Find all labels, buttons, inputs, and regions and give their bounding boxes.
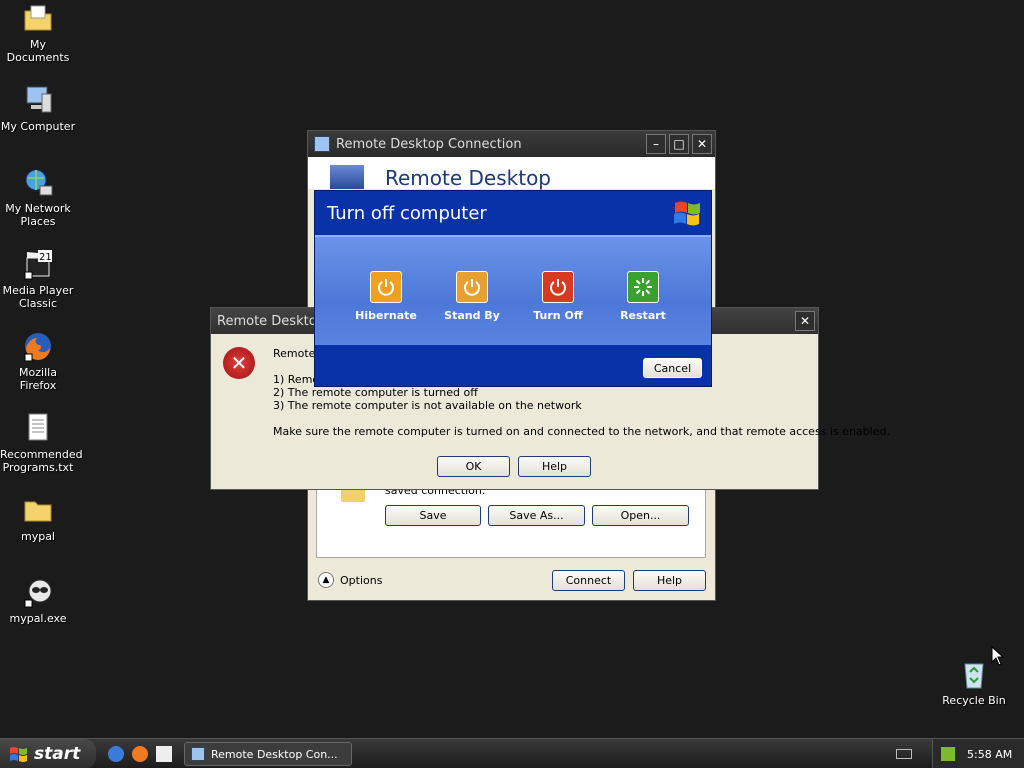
connect-button[interactable]: Connect: [552, 570, 625, 591]
hibernate-label: Hibernate: [355, 309, 417, 322]
desktop-icon-media-player-classic[interactable]: 21 Media Player Classic: [0, 248, 76, 310]
restart-label: Restart: [620, 309, 666, 322]
hibernate-power-icon[interactable]: [370, 271, 402, 303]
rdc-title: Remote Desktop Connection: [336, 136, 522, 152]
rdc-titlebar[interactable]: Remote Desktop Connection – □ ✕: [308, 131, 715, 157]
desktop-icon-label: My Network Places: [5, 202, 71, 228]
close-icon[interactable]: ✕: [795, 311, 815, 331]
open-button[interactable]: Open...: [592, 505, 689, 526]
desktop-icon-my-documents[interactable]: My Documents: [0, 2, 76, 64]
keyboard-icon[interactable]: [896, 749, 912, 759]
taskbar-button-remote-desktop[interactable]: Remote Desktop Con...: [184, 742, 352, 766]
options-toggle-icon[interactable]: ▲: [318, 572, 334, 588]
minimize-icon[interactable]: –: [646, 134, 666, 154]
quicklaunch-firefox-icon[interactable]: [132, 746, 148, 762]
error-help-button[interactable]: Help: [518, 456, 591, 477]
turn-off-footer: Cancel: [315, 345, 711, 386]
clock[interactable]: 5:58 AM: [967, 748, 1012, 761]
turn-off-header: Turn off computer: [315, 191, 711, 235]
cancel-button[interactable]: Cancel: [643, 358, 702, 378]
quicklaunch-media-icon[interactable]: [156, 746, 172, 762]
turn-off-option[interactable]: Turn Off: [513, 271, 603, 322]
desktop-icon-my-network-places[interactable]: My Network Places: [0, 166, 76, 228]
computer-icon: [22, 84, 54, 116]
desktop-icon-label: Recycle Bin: [942, 694, 1006, 707]
error-advice: Make sure the remote computer is turned …: [273, 425, 890, 438]
stand-by-label: Stand By: [444, 309, 500, 322]
rdc-app-icon: [191, 747, 205, 761]
clapperboard-icon: 21: [22, 248, 54, 280]
network-status-icon[interactable]: [941, 747, 955, 761]
turn-off-dialog: Turn off computer Hibernate Stand By Tur…: [314, 190, 712, 387]
stand-by-option[interactable]: Stand By: [427, 271, 517, 322]
error-reason-1: 1) Remo: [273, 373, 320, 386]
taskbar: start Remote Desktop Con... 5:58 AM: [0, 738, 1024, 768]
restart-option[interactable]: Restart: [598, 271, 688, 322]
recycle-bin-icon: [958, 658, 990, 690]
desktop-icon-my-computer[interactable]: My Computer: [0, 84, 76, 133]
quicklaunch-ie-icon[interactable]: [108, 746, 124, 762]
options-label[interactable]: Options: [340, 574, 382, 587]
desktop-icon-label: My Computer: [0, 120, 76, 133]
stand-by-power-icon[interactable]: [456, 271, 488, 303]
error-reason-3: 3) The remote computer is not available …: [273, 399, 582, 412]
desktop-icon-label: Mozilla Firefox: [19, 366, 57, 392]
raccoon-app-icon: [22, 576, 54, 608]
svg-text:21: 21: [39, 252, 52, 263]
mouse-cursor-icon: [991, 646, 1005, 666]
windows-logo-icon: [10, 747, 27, 762]
maximize-icon[interactable]: □: [669, 134, 689, 154]
turn-off-options: Hibernate Stand By Turn Off Restart: [315, 235, 711, 345]
turn-off-title: Turn off computer: [327, 202, 487, 224]
save-as-button[interactable]: Save As...: [488, 505, 585, 526]
desktop-icon-label: mypal.exe: [9, 612, 67, 625]
system-tray: 5:58 AM: [932, 739, 1024, 768]
error-reason-2: 2) The remote computer is turned off: [273, 386, 478, 399]
taskbar-button-label: Remote Desktop Con...: [211, 747, 338, 761]
firefox-icon: [22, 330, 54, 362]
close-icon[interactable]: ✕: [692, 134, 712, 154]
restart-icon[interactable]: [627, 271, 659, 303]
network-globe-icon: [22, 166, 54, 198]
save-button[interactable]: Save: [385, 505, 481, 526]
desktop-icon-mozilla-firefox[interactable]: Mozilla Firefox: [0, 330, 76, 392]
rdc-banner-title: Remote Desktop: [385, 166, 552, 190]
start-button[interactable]: start: [0, 739, 96, 768]
rdc-help-button[interactable]: Help: [633, 570, 706, 591]
ok-button[interactable]: OK: [437, 456, 510, 477]
folder-icon: [22, 494, 54, 526]
desktop-icon-label: mypal: [20, 530, 55, 543]
turn-off-label: Turn Off: [533, 309, 583, 322]
start-label: start: [34, 744, 81, 764]
error-x-icon: ✕: [223, 347, 255, 379]
text-file-icon: [22, 412, 54, 444]
hibernate-option[interactable]: Hibernate: [341, 271, 431, 322]
desktop-icon-label: Media Player Classic: [2, 284, 74, 310]
rdc-banner: Remote Desktop: [308, 157, 715, 190]
desktop-icon-label: Recommended Programs.txt: [0, 448, 83, 474]
desktop-icon-mypal-folder[interactable]: mypal: [0, 494, 76, 543]
rdc-banner-monitor-icon: [330, 165, 364, 189]
turn-off-power-icon[interactable]: [542, 271, 574, 303]
rdc-app-icon: [314, 136, 330, 152]
error-intro: Remote: [273, 347, 316, 360]
desktop-icon-recommended-programs[interactable]: Recommended Programs.txt: [0, 412, 83, 474]
windows-logo-icon: [674, 201, 700, 226]
desktop-icon-mypal-exe[interactable]: mypal.exe: [0, 576, 76, 625]
desktop-icon-label: My Documents: [6, 38, 70, 64]
folder-documents-icon: [22, 2, 54, 34]
